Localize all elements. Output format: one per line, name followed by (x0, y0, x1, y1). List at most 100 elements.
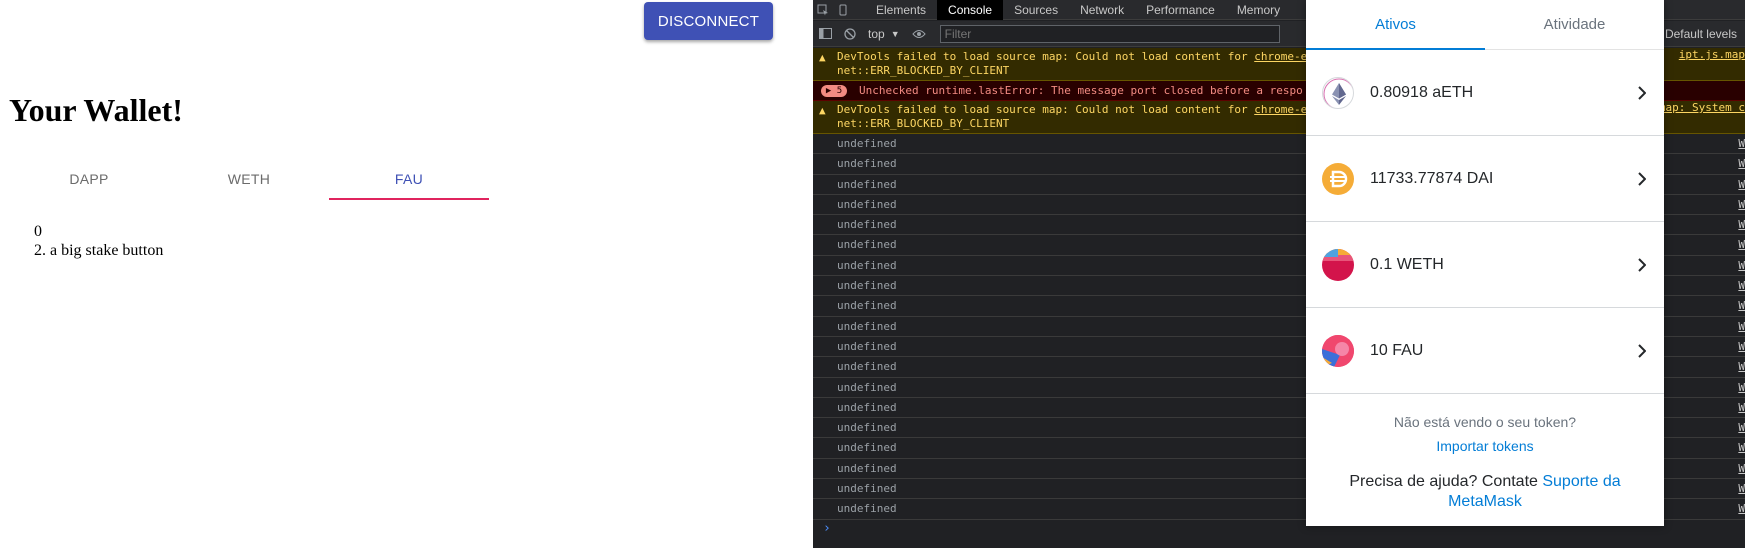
log-text: undefined (837, 400, 897, 414)
source-map-link[interactable]: chrome-e (1254, 103, 1307, 116)
console-source-link[interactable]: W (1738, 195, 1745, 215)
console-source-link[interactable]: W (1738, 175, 1745, 195)
log-text: undefined (837, 279, 897, 293)
context-select[interactable]: top ▼ (862, 21, 906, 47)
devtools-tab-elements[interactable]: Elements (865, 0, 937, 20)
chevron-right-icon (1636, 83, 1648, 103)
log-text: undefined (837, 218, 897, 232)
console-source-link[interactable]: W (1738, 235, 1745, 255)
log-text: undefined (837, 339, 897, 353)
chevron-right-icon (1636, 341, 1648, 361)
console-source-link[interactable]: W (1738, 438, 1745, 458)
error-count-badge[interactable]: ▶ 5 (821, 85, 847, 97)
log-text: undefined (837, 177, 897, 191)
console-source-link[interactable]: W (1738, 296, 1745, 316)
console-source-link[interactable]: W (1738, 459, 1745, 479)
error-text: Unchecked runtime.lastError: The message… (859, 84, 1303, 97)
devtools-tab-memory[interactable]: Memory (1226, 0, 1291, 20)
stake-note: 2. a big stake button (34, 242, 164, 259)
chevron-down-icon: ▼ (890, 28, 900, 39)
missing-token-hint: Não está vendo o seu token? (1393, 414, 1577, 430)
console-source-link[interactable]: W (1738, 276, 1745, 296)
console-source-link[interactable]: W (1738, 398, 1745, 418)
log-text: undefined (837, 421, 897, 435)
log-text: undefined (837, 502, 897, 516)
metamask-popup: Ativos Atividade 0.80918 aETH 11733.7787… (1306, 0, 1664, 526)
console-source-link[interactable]: W (1738, 317, 1745, 337)
asset-row-dai[interactable]: 11733.77874 DAI (1306, 136, 1664, 222)
token-tabs: DAPP WETH FAU (9, 158, 489, 200)
fau-icon (1322, 334, 1354, 367)
import-tokens-link[interactable]: Importar tokens (1306, 438, 1664, 454)
warning-text: DevTools failed to load source map: Coul… (837, 103, 1255, 116)
device-toolbar-icon[interactable] (833, 0, 853, 20)
console-source-link[interactable]: W (1738, 357, 1745, 377)
tab-ativos[interactable]: Ativos (1306, 0, 1485, 50)
console-source-link[interactable]: W (1738, 479, 1745, 499)
log-text: undefined (837, 482, 897, 496)
log-text: undefined (837, 360, 897, 374)
console-source-link[interactable]: W (1738, 418, 1745, 438)
devtools-tab-network[interactable]: Network (1069, 0, 1135, 20)
chevron-right-icon (1636, 255, 1648, 275)
tab-fau[interactable]: FAU (329, 158, 489, 200)
asset-label: 0.1 WETH (1370, 255, 1444, 273)
log-text: undefined (837, 238, 897, 252)
asset-row-aeth[interactable]: 0.80918 aETH (1306, 50, 1664, 136)
disconnect-button[interactable]: DISCONNECT (644, 2, 773, 40)
console-source-link[interactable]: ipt.js.map (1679, 48, 1745, 62)
weth-icon (1322, 248, 1354, 281)
warning-icon: ▲ (819, 104, 826, 117)
console-source-link[interactable]: W (1738, 499, 1745, 519)
devtools-tab-performance[interactable]: Performance (1135, 0, 1226, 20)
log-text: undefined (837, 461, 897, 475)
tab-panel-fau: 0 2. a big stake button (34, 222, 163, 260)
metamask-footer: Não está vendo o seu token? Importar tok… (1306, 394, 1664, 512)
chevron-right-icon (1636, 169, 1648, 189)
asset-row-fau[interactable]: 10 FAU (1306, 308, 1664, 394)
error-count: 5 (836, 86, 843, 96)
asset-label: 11733.77874 DAI (1370, 169, 1494, 187)
devtools-tab-console[interactable]: Console (937, 0, 1004, 20)
console-source-link[interactable]: W (1738, 256, 1745, 276)
clear-console-icon[interactable] (838, 21, 862, 47)
log-text: undefined (837, 441, 897, 455)
dai-icon (1322, 162, 1354, 195)
log-text: undefined (837, 380, 897, 394)
warning-icon: ▲ (819, 51, 826, 64)
help-text: Precisa de ajuda? Contate Suporte da Met… (1335, 472, 1635, 512)
metamask-tabs: Ativos Atividade (1306, 0, 1664, 50)
devtools-tab-sources[interactable]: Sources (1003, 0, 1069, 20)
help-prefix: Precisa de ajuda? Contate (1349, 473, 1543, 490)
asset-label: 10 FAU (1370, 341, 1424, 359)
log-levels-select[interactable]: Default levels (1665, 21, 1745, 47)
log-text: undefined (837, 137, 897, 150)
source-map-link[interactable]: chrome-e (1254, 50, 1307, 63)
tab-dapp[interactable]: DAPP (9, 158, 169, 200)
log-text: undefined (837, 157, 897, 171)
dapp-page: DISCONNECT Your Wallet! DAPP WETH FAU 0 … (0, 0, 813, 548)
console-filter-input[interactable] (939, 24, 1280, 43)
inspect-icon[interactable] (813, 0, 833, 20)
console-source-link[interactable]: W (1738, 215, 1745, 235)
ethereum-icon (1322, 76, 1354, 109)
tab-atividade[interactable]: Atividade (1485, 0, 1664, 49)
page-title: Your Wallet! (9, 92, 183, 128)
context-value: top (868, 26, 885, 41)
eye-icon[interactable] (906, 21, 932, 47)
console-source-link[interactable]: map: System c (1659, 101, 1745, 115)
log-text: undefined (837, 299, 897, 313)
balance-value: 0 (34, 223, 42, 240)
console-source-link[interactable]: W (1738, 378, 1745, 398)
sidebar-toggle-icon[interactable] (813, 21, 838, 47)
asset-row-weth[interactable]: 0.1 WETH (1306, 222, 1664, 308)
tab-weth[interactable]: WETH (169, 158, 329, 200)
log-text: undefined (837, 197, 897, 211)
console-source-link[interactable]: W (1738, 154, 1745, 174)
warning-text: DevTools failed to load source map: Coul… (837, 50, 1255, 63)
console-source-link[interactable]: W (1738, 337, 1745, 357)
asset-label: 0.80918 aETH (1370, 83, 1474, 101)
console-source-link[interactable]: W (1738, 134, 1745, 154)
log-text: undefined (837, 319, 897, 333)
log-text: undefined (837, 258, 897, 272)
